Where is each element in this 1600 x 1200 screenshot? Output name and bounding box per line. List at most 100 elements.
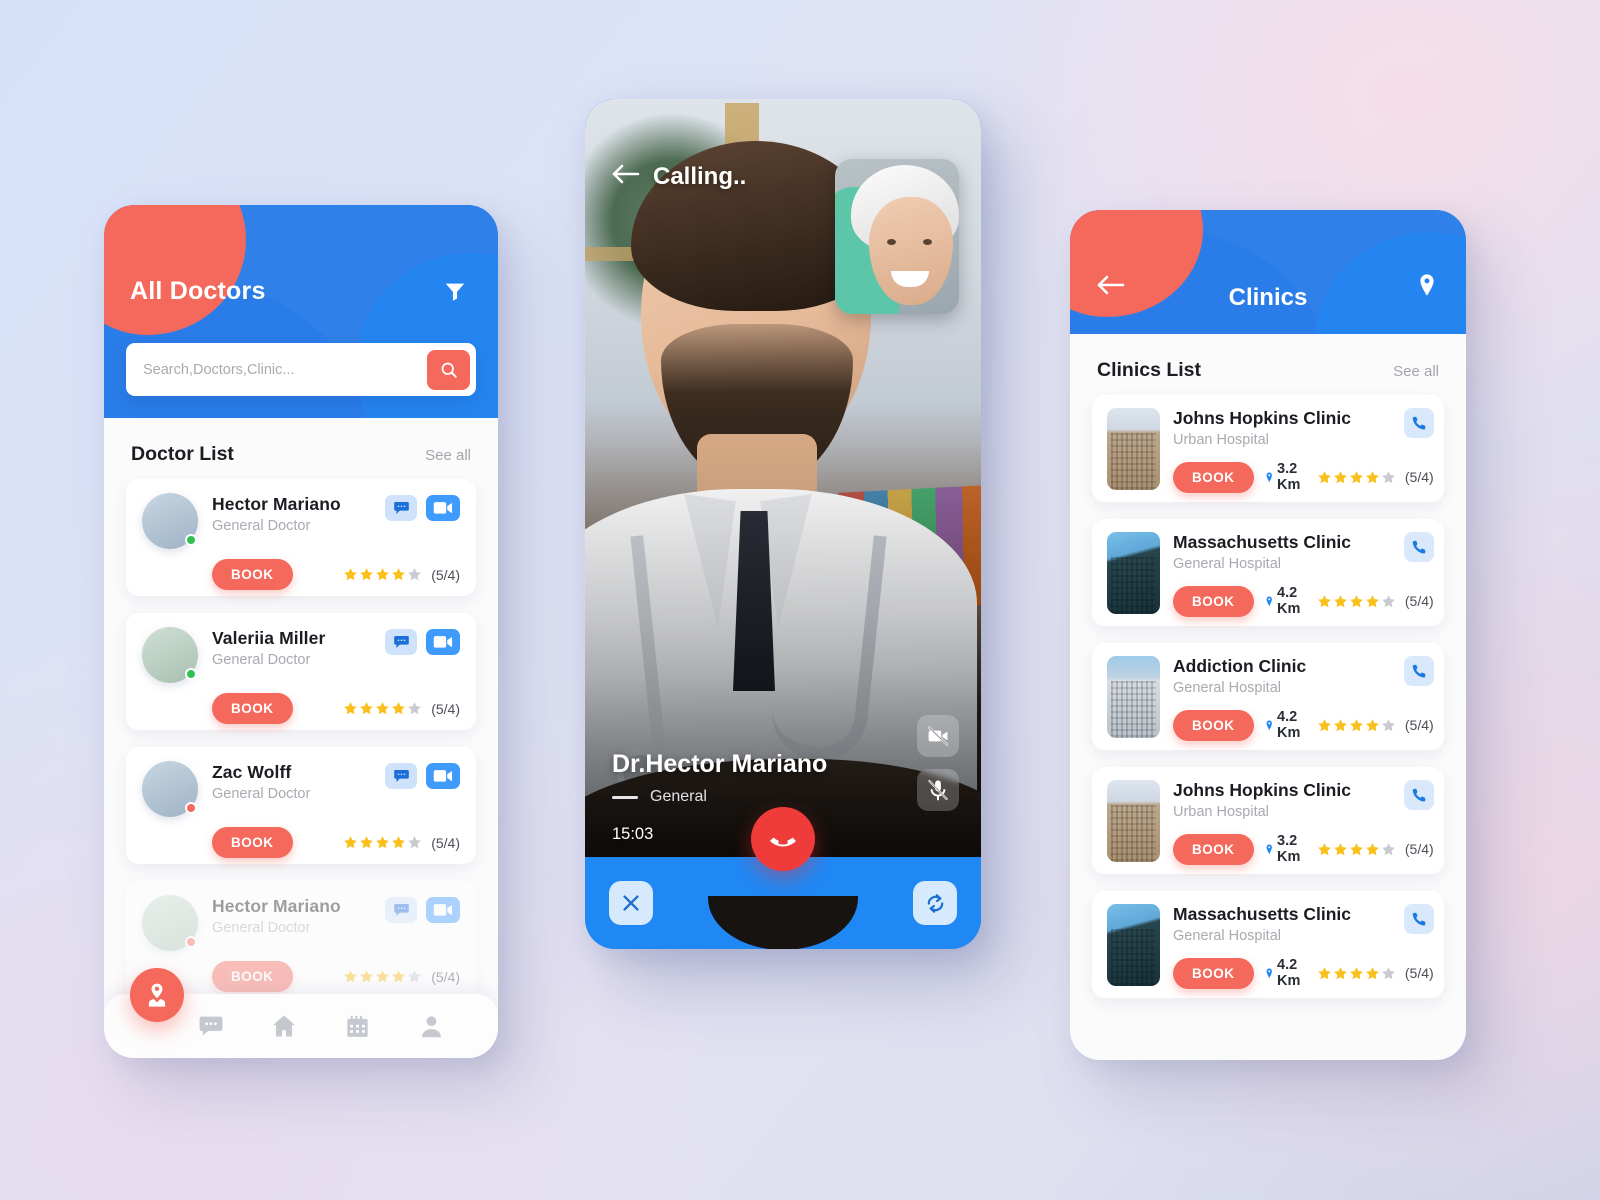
clinic-type: Urban Hospital xyxy=(1173,432,1269,448)
book-button[interactable]: BOOK xyxy=(1173,833,1254,865)
book-button[interactable]: BOOK xyxy=(212,961,293,992)
star-icon xyxy=(1350,842,1363,855)
nav-item-calendar[interactable] xyxy=(321,1013,395,1040)
nav-item-chat[interactable] xyxy=(174,1012,248,1040)
see-all-link[interactable]: See all xyxy=(1393,363,1439,380)
star-icon xyxy=(392,702,406,715)
star-icon xyxy=(392,568,406,581)
star-rating xyxy=(1317,594,1396,609)
doctor-card[interactable]: Zac Wolff General Doctor BOOK (5/4) xyxy=(126,747,476,864)
star-icon xyxy=(1334,718,1347,731)
video-off-button[interactable] xyxy=(917,715,959,757)
mic-off-button[interactable] xyxy=(917,769,959,811)
filter-icon[interactable] xyxy=(438,274,472,308)
call-clinic-button[interactable] xyxy=(1403,780,1434,810)
chat-button[interactable] xyxy=(385,629,417,655)
video-camera-icon xyxy=(433,502,453,514)
call-status-text: Calling.. xyxy=(653,162,747,190)
clinic-type: General Hospital xyxy=(1173,556,1281,572)
chat-button[interactable] xyxy=(385,897,417,923)
self-view-thumbnail[interactable] xyxy=(835,159,959,314)
doctor-card[interactable]: Valeriia Miller General Doctor BOOK (5/4) xyxy=(126,613,476,730)
star-icon xyxy=(1366,966,1379,979)
page-title: All Doctors xyxy=(130,276,266,305)
doctor-locator-fab[interactable] xyxy=(130,968,184,1022)
doctor-locator-icon xyxy=(148,983,166,1007)
book-button[interactable]: BOOK xyxy=(212,559,293,590)
clinic-card[interactable]: Addiction Clinic General Hospital BOOK 4.2 … xyxy=(1092,643,1444,750)
doctor-role: General Doctor xyxy=(212,786,311,802)
mic-off-icon xyxy=(928,779,948,801)
star-rating xyxy=(343,567,422,582)
profile-icon xyxy=(421,1015,441,1037)
clinic-card[interactable]: Johns Hopkins Clinic Urban Hospital BOOK 3.… xyxy=(1092,767,1444,874)
star-icon xyxy=(376,836,390,849)
rating-text: (5/4) xyxy=(431,968,460,985)
book-button[interactable]: BOOK xyxy=(212,693,293,724)
star-icon xyxy=(392,970,406,983)
location-pin-icon xyxy=(1266,720,1272,730)
chat-button[interactable] xyxy=(385,495,417,521)
status-dot xyxy=(185,802,197,814)
back-arrow-icon[interactable] xyxy=(611,161,641,192)
clinic-card[interactable]: Johns Hopkins Clinic Urban Hospital BOOK 3.… xyxy=(1092,395,1444,502)
star-icon xyxy=(1350,718,1363,731)
status-dot xyxy=(185,668,197,680)
location-pin-icon xyxy=(1266,844,1272,854)
star-icon xyxy=(1366,718,1379,731)
phone-icon xyxy=(1412,788,1425,802)
call-screen: Calling.. Dr.Hector Mariano General 15:0… xyxy=(585,99,981,949)
clinic-card[interactable]: Massachusetts Clinic General Hospital BOOK… xyxy=(1092,519,1444,626)
clinics-header: Clinics xyxy=(1070,210,1466,334)
video-call-button[interactable] xyxy=(426,629,460,655)
book-button[interactable]: BOOK xyxy=(212,827,293,858)
chat-button[interactable] xyxy=(385,763,417,789)
star-rating xyxy=(343,969,422,984)
nav-item-home[interactable] xyxy=(248,1012,322,1040)
video-call-button[interactable] xyxy=(426,763,460,789)
close-call-button[interactable] xyxy=(609,881,653,925)
clinic-distance: 4.2 Km xyxy=(1265,709,1306,741)
switch-camera-button[interactable] xyxy=(913,881,957,925)
search-button[interactable] xyxy=(427,349,470,390)
star-icon xyxy=(1382,718,1395,731)
clinic-type: Urban Hospital xyxy=(1173,804,1269,820)
clinics-list-section-header: Clinics List See all xyxy=(1070,334,1466,395)
star-rating xyxy=(343,701,422,716)
call-top-bar: Calling.. xyxy=(611,161,746,192)
clinic-distance: 4.2 Km xyxy=(1265,585,1306,617)
video-call-button[interactable] xyxy=(426,495,460,521)
star-icon xyxy=(376,970,390,983)
clinic-card[interactable]: Massachusetts Clinic General Hospital BOOK… xyxy=(1092,891,1444,998)
video-call-button[interactable] xyxy=(426,897,460,923)
star-icon xyxy=(1366,842,1379,855)
call-specialty: General xyxy=(650,788,707,805)
call-clinic-button[interactable] xyxy=(1403,408,1434,438)
star-icon xyxy=(360,836,374,849)
end-call-button[interactable] xyxy=(751,807,815,871)
section-title: Clinics List xyxy=(1097,359,1202,381)
clinic-thumbnail xyxy=(1107,780,1160,862)
clinic-distance-text: 4.2 Km xyxy=(1277,957,1301,989)
search-input[interactable] xyxy=(143,361,427,378)
call-clinic-button[interactable] xyxy=(1403,656,1434,686)
star-icon xyxy=(1366,594,1379,607)
clinic-name: Johns Hopkins Clinic xyxy=(1173,780,1351,800)
doctor-card[interactable]: Hector Mariano General Doctor BOOK (5/4) xyxy=(126,479,476,596)
nav-item-profile[interactable] xyxy=(395,1013,469,1040)
book-button[interactable]: BOOK xyxy=(1173,585,1254,617)
book-button[interactable]: BOOK xyxy=(1173,957,1254,989)
star-icon xyxy=(1318,842,1331,855)
clinic-distance-text: 3.2 Km xyxy=(1277,833,1301,865)
call-clinic-button[interactable] xyxy=(1403,904,1434,934)
star-icon xyxy=(344,568,358,581)
clinic-list: Johns Hopkins Clinic Urban Hospital BOOK 3.… xyxy=(1070,395,1466,998)
search-bar[interactable] xyxy=(126,343,476,396)
call-clinic-button[interactable] xyxy=(1403,532,1434,562)
see-all-link[interactable]: See all xyxy=(425,447,471,464)
clinic-thumbnail xyxy=(1107,408,1160,490)
clinic-thumbnail xyxy=(1107,656,1160,738)
book-button[interactable]: BOOK xyxy=(1173,709,1254,741)
book-button[interactable]: BOOK xyxy=(1173,461,1254,493)
rating-text: (5/4) xyxy=(431,566,460,583)
